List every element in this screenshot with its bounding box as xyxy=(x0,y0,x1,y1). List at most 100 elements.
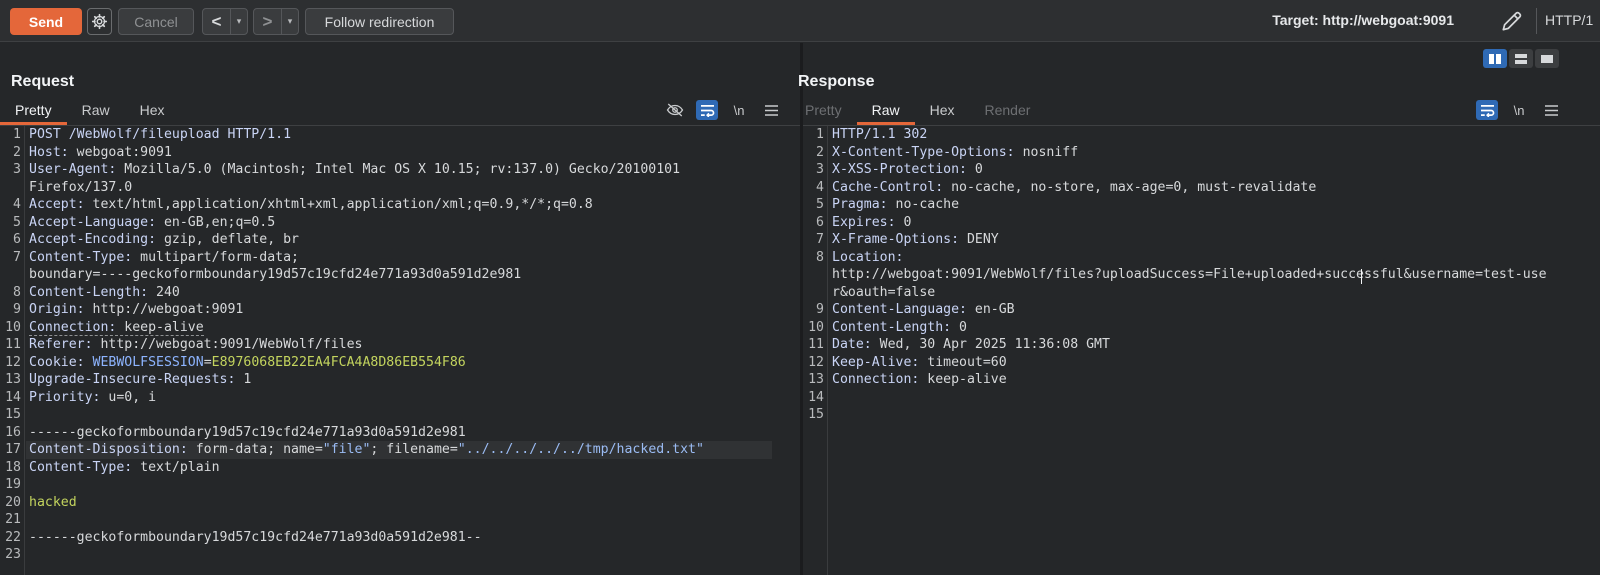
code-line: 15 xyxy=(803,406,1600,424)
tab-hex[interactable]: Hex xyxy=(915,99,970,125)
line-number: 9 xyxy=(13,302,21,317)
code-line: 13 Upgrade-Insecure-Requests: 1 xyxy=(0,371,800,389)
response-title: Response xyxy=(798,73,875,90)
code-line: 21 xyxy=(0,511,800,529)
response-lines: 1 HTTP/1.1 302 2 X-Content-Type-Options: no… xyxy=(803,126,1600,424)
line-text: X-XSS-Protection: 0 xyxy=(832,162,983,177)
tab-raw[interactable]: Raw xyxy=(67,99,125,125)
line-text: Content-Length: 240 xyxy=(29,284,180,300)
line-text: HTTP/1.1 302 xyxy=(832,127,928,142)
line-number: 6 xyxy=(13,232,21,247)
history-forward-dropdown[interactable]: ▾ xyxy=(282,9,298,34)
history-back-button[interactable]: < xyxy=(203,9,231,34)
line-number: 14 xyxy=(5,389,21,405)
text-caret xyxy=(1361,269,1362,284)
settings-button[interactable] xyxy=(87,8,112,35)
code-line: 14 Priority: u=0, i xyxy=(0,389,800,407)
history-back-group: < ▾ xyxy=(202,8,248,35)
line-text: Host: webgoat:9091 xyxy=(29,144,172,160)
line-number: 3 xyxy=(816,162,824,177)
tab-pretty[interactable]: Pretty xyxy=(790,99,857,125)
request-menu-button[interactable] xyxy=(760,100,782,120)
request-editor[interactable]: 1 POST /WebWolf/fileupload HTTP/1.1 2 Host:… xyxy=(0,126,800,575)
line-number: 12 xyxy=(5,354,21,370)
send-button[interactable]: Send xyxy=(10,8,82,35)
line-number: 12 xyxy=(808,354,824,370)
code-line: 4 Accept: text/html,application/xhtml+xml… xyxy=(0,196,800,214)
code-line: 10 Content-Length: 0 xyxy=(803,319,1600,337)
line-number: 3 xyxy=(13,162,21,177)
line-text: Connection: keep-alive xyxy=(832,372,1007,387)
eye-slash-icon xyxy=(666,103,684,117)
line-number: 1 xyxy=(816,127,824,142)
line-number: 11 xyxy=(5,337,21,352)
show-newlines-button[interactable]: \n xyxy=(728,100,750,120)
tab-pretty[interactable]: Pretty xyxy=(0,99,67,125)
code-line: 3 X-XSS-Protection: 0 xyxy=(803,161,1600,179)
wrap-lines-button[interactable] xyxy=(1476,100,1498,120)
columns-icon xyxy=(1489,53,1501,64)
chevron-down-icon: ▾ xyxy=(236,16,242,26)
layout-tabs-button[interactable] xyxy=(1535,49,1559,68)
line-text: boundary=----geckoformboundary19d57c19cf… xyxy=(29,267,522,282)
code-line: 2 Host: webgoat:9091 xyxy=(0,144,800,162)
layout-stacked-button[interactable] xyxy=(1509,49,1533,68)
code-line: 12 Keep-Alive: timeout=60 xyxy=(803,354,1600,372)
code-line: 11 Date: Wed, 30 Apr 2025 11:36:08 GMT xyxy=(803,336,1600,354)
code-line: 1 POST /WebWolf/fileupload HTTP/1.1 xyxy=(0,126,800,144)
line-number: 4 xyxy=(816,179,824,195)
code-line: 16 ------geckoformboundary19d57c19cfd24e7… xyxy=(0,424,800,442)
tab-hex[interactable]: Hex xyxy=(125,99,180,125)
code-line: 15 xyxy=(0,406,800,424)
line-number: 16 xyxy=(5,424,21,440)
line-text: Origin: http://webgoat:9091 xyxy=(29,302,244,317)
code-line: 9 Content-Language: en-GB xyxy=(803,301,1600,319)
history-back-dropdown[interactable]: ▾ xyxy=(231,9,247,34)
tab-render[interactable]: Render xyxy=(970,99,1046,125)
line-text: Cookie: WEBWOLFSESSION=E8976068EB22EA4FC… xyxy=(29,354,466,370)
line-number: 4 xyxy=(13,197,21,212)
line-number: 10 xyxy=(808,319,824,335)
code-line: 9 Origin: http://webgoat:9091 xyxy=(0,301,800,319)
line-number: 2 xyxy=(816,144,824,160)
code-line: 10 Connection: keep-alive xyxy=(0,319,800,337)
cancel-button[interactable]: Cancel xyxy=(118,8,194,35)
line-text: http://webgoat:9091/WebWolf/files?upload… xyxy=(832,267,1547,282)
rows-icon xyxy=(1515,53,1527,64)
line-text: Expires: 0 xyxy=(832,214,912,230)
line-number: 15 xyxy=(5,407,21,422)
line-number: 7 xyxy=(816,232,824,247)
target-label[interactable]: Target: http://webgoat:9091 xyxy=(1272,12,1454,28)
chevron-down-icon: ▾ xyxy=(287,16,293,26)
line-number: 7 xyxy=(13,249,21,265)
http-version-selector[interactable]: HTTP/1 xyxy=(1545,12,1593,28)
response-menu-button[interactable] xyxy=(1540,100,1562,120)
request-panel: Request Pretty Raw Hex \n 1 POST /WebWol… xyxy=(0,43,800,575)
line-text: Cache-Control: no-cache, no-store, max-a… xyxy=(832,179,1317,195)
layout-side-by-side-button[interactable] xyxy=(1483,49,1507,68)
line-text: Content-Length: 0 xyxy=(832,319,967,335)
line-text: ------geckoformboundary19d57c19cfd24e771… xyxy=(29,424,466,440)
tab-raw[interactable]: Raw xyxy=(856,99,915,125)
code-line: 8 Content-Length: 240 xyxy=(0,284,800,302)
show-newlines-button[interactable]: \n xyxy=(1508,100,1530,120)
response-editor-tools: \n xyxy=(1476,99,1562,121)
code-line: 8 Location: xyxy=(803,249,1600,267)
response-editor[interactable]: 1 HTTP/1.1 302 2 X-Content-Type-Options: no… xyxy=(803,126,1600,575)
follow-redirection-button[interactable]: Follow redirection xyxy=(305,8,454,35)
line-number: 18 xyxy=(5,459,21,475)
line-text: Location: xyxy=(832,249,904,265)
line-number: 14 xyxy=(808,389,824,405)
code-line: 18 Content-Type: text/plain xyxy=(0,459,800,477)
history-forward-button[interactable]: > xyxy=(254,9,282,34)
line-text: X-Frame-Options: DENY xyxy=(832,232,999,247)
code-line: 23 xyxy=(0,546,800,564)
line-text: ------geckoformboundary19d57c19cfd24e771… xyxy=(29,529,482,545)
code-line: 17 Content-Disposition: form-data; name="… xyxy=(0,441,800,459)
edit-target-button[interactable] xyxy=(1499,8,1525,34)
wrap-lines-button[interactable] xyxy=(696,100,718,120)
line-number: 9 xyxy=(816,302,824,317)
hide-non-printable-button[interactable] xyxy=(664,100,686,120)
line-text: Pragma: no-cache xyxy=(832,197,960,212)
code-line: 4 Cache-Control: no-cache, no-store, max-… xyxy=(803,179,1600,197)
